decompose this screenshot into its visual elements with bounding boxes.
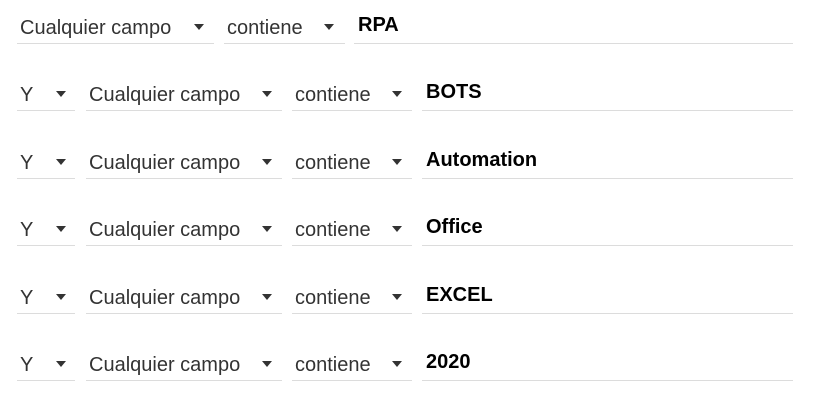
- operator-select-value: contiene: [295, 287, 371, 309]
- operator-select[interactable]: contiene: [292, 77, 412, 111]
- boolean-select-value: Y: [20, 152, 34, 174]
- caret-down-icon: [194, 24, 204, 30]
- search-term-input[interactable]: 2020: [422, 347, 793, 381]
- search-term-value: RPA: [358, 14, 399, 36]
- boolean-select[interactable]: Y: [17, 280, 75, 314]
- field-select[interactable]: Cualquier campo: [17, 10, 214, 44]
- caret-down-icon: [392, 159, 402, 165]
- field-select[interactable]: Cualquier campo: [86, 145, 282, 179]
- caret-down-icon: [392, 91, 402, 97]
- operator-select-value: contiene: [295, 84, 371, 106]
- operator-select[interactable]: contiene: [292, 280, 412, 314]
- operator-select[interactable]: contiene: [292, 145, 412, 179]
- boolean-select[interactable]: Y: [17, 347, 75, 381]
- caret-down-icon: [56, 91, 66, 97]
- search-row-6: Y Cualquier campo contiene 2020: [0, 347, 839, 383]
- caret-down-icon: [56, 159, 66, 165]
- boolean-select-value: Y: [20, 84, 34, 106]
- boolean-select[interactable]: Y: [17, 212, 75, 246]
- caret-down-icon: [56, 294, 66, 300]
- search-term-value: EXCEL: [426, 284, 493, 306]
- caret-down-icon: [262, 294, 272, 300]
- field-select-value: Cualquier campo: [89, 354, 241, 376]
- search-term-input[interactable]: RPA: [354, 10, 793, 44]
- search-row-5: Y Cualquier campo contiene EXCEL: [0, 280, 839, 316]
- caret-down-icon: [392, 361, 402, 367]
- boolean-select-value: Y: [20, 219, 34, 241]
- boolean-select-value: Y: [20, 354, 34, 376]
- search-term-input[interactable]: Office: [422, 212, 793, 246]
- operator-select[interactable]: contiene: [292, 212, 412, 246]
- boolean-select[interactable]: Y: [17, 77, 75, 111]
- field-select[interactable]: Cualquier campo: [86, 212, 282, 246]
- search-row-2: Y Cualquier campo contiene BOTS: [0, 77, 839, 113]
- field-select[interactable]: Cualquier campo: [86, 347, 282, 381]
- operator-select[interactable]: contiene: [224, 10, 345, 44]
- operator-select-value: contiene: [295, 354, 371, 376]
- field-select-value: Cualquier campo: [89, 152, 241, 174]
- search-term-value: Office: [426, 216, 483, 238]
- field-select[interactable]: Cualquier campo: [86, 77, 282, 111]
- caret-down-icon: [392, 226, 402, 232]
- operator-select-value: contiene: [295, 152, 371, 174]
- operator-select-value: contiene: [227, 17, 303, 39]
- caret-down-icon: [262, 159, 272, 165]
- caret-down-icon: [56, 226, 66, 232]
- search-term-value: 2020: [426, 351, 471, 373]
- boolean-select[interactable]: Y: [17, 145, 75, 179]
- caret-down-icon: [392, 294, 402, 300]
- search-term-input[interactable]: Automation: [422, 145, 793, 179]
- operator-select[interactable]: contiene: [292, 347, 412, 381]
- search-row-3: Y Cualquier campo contiene Automation: [0, 145, 839, 181]
- caret-down-icon: [262, 361, 272, 367]
- operator-select-value: contiene: [295, 219, 371, 241]
- field-select-value: Cualquier campo: [89, 84, 241, 106]
- search-term-value: BOTS: [426, 81, 482, 103]
- field-select-value: Cualquier campo: [89, 219, 241, 241]
- search-row-1: Cualquier campo contiene RPA: [0, 10, 839, 46]
- field-select-value: Cualquier campo: [89, 287, 241, 309]
- caret-down-icon: [262, 226, 272, 232]
- search-term-input[interactable]: EXCEL: [422, 280, 793, 314]
- field-select[interactable]: Cualquier campo: [86, 280, 282, 314]
- boolean-select-value: Y: [20, 287, 34, 309]
- search-term-value: Automation: [426, 149, 538, 171]
- caret-down-icon: [324, 24, 334, 30]
- search-term-input[interactable]: BOTS: [422, 77, 793, 111]
- field-select-value: Cualquier campo: [20, 17, 172, 39]
- caret-down-icon: [56, 361, 66, 367]
- search-row-4: Y Cualquier campo contiene Office: [0, 212, 839, 248]
- caret-down-icon: [262, 91, 272, 97]
